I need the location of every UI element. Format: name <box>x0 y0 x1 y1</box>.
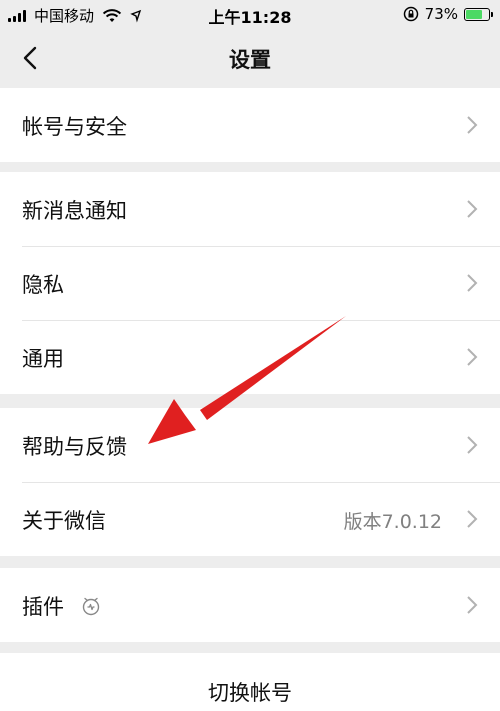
chevron-right-icon <box>467 436 478 454</box>
settings-item-label: 隐私 <box>22 273 64 297</box>
chevron-left-icon <box>23 46 37 70</box>
settings-item-label: 关于微信 <box>22 509 106 533</box>
chevron-right-icon <box>467 348 478 366</box>
wifi-icon <box>102 8 122 22</box>
back-button[interactable] <box>14 42 46 74</box>
chevron-right-icon <box>467 274 478 292</box>
carrier-name: 中国移动 <box>34 7 95 25</box>
settings-item-privacy[interactable]: 隐私 <box>0 246 500 320</box>
settings-group-plugins: 插件 <box>0 568 500 642</box>
chevron-right-icon <box>467 116 478 134</box>
settings-item-notifications[interactable]: 新消息通知 <box>0 172 500 246</box>
battery-icon <box>464 7 493 21</box>
status-bar: 中国移动 上午11:28 73% <box>0 0 500 30</box>
settings-item-help-feedback[interactable]: 帮助与反馈 <box>0 408 500 482</box>
settings-group-account: 帐号与安全 <box>0 88 500 162</box>
orientation-lock-icon <box>403 6 418 22</box>
settings-item-label: 帮助与反馈 <box>22 435 127 459</box>
switch-account-label: 切换帐号 <box>208 681 292 705</box>
version-text: 版本7.0.12 <box>343 511 442 533</box>
settings-group-general: 新消息通知 隐私 通用 <box>0 172 500 394</box>
settings-group-help: 帮助与反馈 关于微信 版本7.0.12 <box>0 408 500 556</box>
battery-level-fill <box>466 9 483 19</box>
battery-percent: 73% <box>424 5 458 23</box>
settings-item-plugins[interactable]: 插件 <box>0 568 500 642</box>
settings-item-general[interactable]: 通用 <box>0 320 500 394</box>
settings-item-label: 通用 <box>22 347 64 371</box>
location-icon <box>130 9 142 23</box>
settings-item-label: 插件 <box>22 595 64 619</box>
chevron-right-icon <box>467 596 478 614</box>
signal-icon <box>8 9 28 22</box>
settings-item-account-security[interactable]: 帐号与安全 <box>0 88 500 162</box>
chevron-right-icon <box>467 200 478 218</box>
navigation-bar: 设置 <box>0 30 500 86</box>
settings-item-label: 帐号与安全 <box>22 115 127 139</box>
page-title: 设置 <box>229 48 271 72</box>
status-bar-right: 73% <box>403 5 493 23</box>
chevron-right-icon <box>467 510 478 528</box>
settings-item-label: 新消息通知 <box>22 199 127 223</box>
plugin-icon <box>82 597 100 616</box>
switch-account-button[interactable]: 切换帐号 <box>0 653 500 711</box>
settings-item-about-wechat[interactable]: 关于微信 版本7.0.12 <box>0 482 500 556</box>
status-bar-left: 中国移动 <box>8 5 142 26</box>
